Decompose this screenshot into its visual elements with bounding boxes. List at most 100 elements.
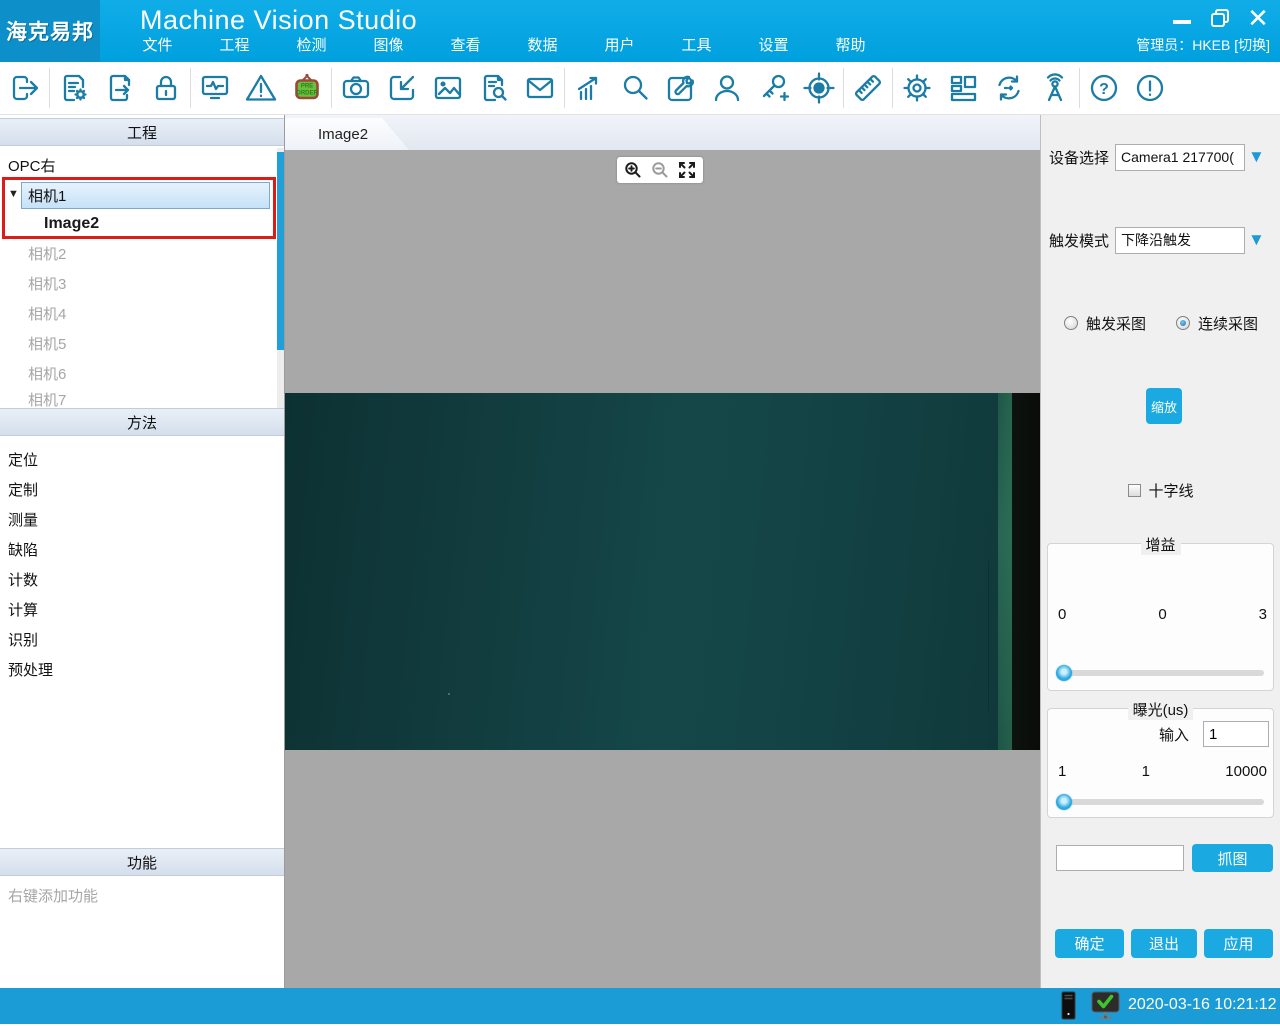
method-item-locate[interactable]: 定位 <box>0 447 276 471</box>
switch-user-link[interactable]: [切换] <box>1234 37 1270 53</box>
menu-settings[interactable]: 设置 <box>735 30 812 61</box>
tree-item-opc-root[interactable]: OPC右 <box>0 153 276 177</box>
toolbar-separator <box>564 68 565 108</box>
menu-tools[interactable]: 工具 <box>658 30 735 61</box>
method-item-count[interactable]: 计数 <box>0 567 276 591</box>
device-select-dropdown[interactable]: Camera1 217700( <box>1115 144 1245 171</box>
tree-scrollbar-thumb[interactable] <box>277 152 284 350</box>
project-config-icon[interactable] <box>51 65 97 111</box>
project-export-icon[interactable] <box>97 65 143 111</box>
exposure-slider-thumb[interactable] <box>1056 794 1072 810</box>
tree-item-camera1[interactable]: 相机1 <box>21 182 270 209</box>
grab-button[interactable]: 抓图 <box>1192 844 1273 872</box>
menu-image[interactable]: 图像 <box>350 30 427 61</box>
minimize-button[interactable] <box>1168 5 1196 31</box>
trigger-mode-label: 触发模式 <box>1041 230 1109 251</box>
help-icon[interactable]: ? <box>1081 65 1127 111</box>
report-search-icon[interactable] <box>471 65 517 111</box>
menu-view[interactable]: 查看 <box>427 30 504 61</box>
pre-order-icon[interactable]: PRE ORDER <box>284 65 330 111</box>
method-item-custom[interactable]: 定制 <box>0 477 276 501</box>
ruler-icon[interactable] <box>845 65 891 111</box>
close-button[interactable]: ✕ <box>1244 5 1272 31</box>
tree-scrollbar[interactable] <box>277 148 284 410</box>
gain-min: 0 <box>1058 606 1066 623</box>
apply-button[interactable]: 应用 <box>1204 929 1273 958</box>
tower-pc-tray-icon[interactable] <box>1057 991 1079 1026</box>
method-item-measure[interactable]: 测量 <box>0 507 276 531</box>
lock-icon[interactable] <box>143 65 189 111</box>
fit-screen-icon[interactable] <box>677 160 697 180</box>
image-import-icon[interactable] <box>379 65 425 111</box>
network-ok-tray-icon[interactable] <box>1090 991 1122 1026</box>
mail-icon[interactable] <box>517 65 563 111</box>
tree-item-camera5[interactable]: 相机5 <box>0 331 276 355</box>
tree-item-camera3[interactable]: 相机3 <box>0 271 276 295</box>
toolbox-icon[interactable] <box>658 65 704 111</box>
monitor-icon[interactable] <box>192 65 238 111</box>
window-controls: ✕ <box>1168 5 1272 31</box>
tree-item-camera6[interactable]: 相机6 <box>0 361 276 385</box>
tree-item-camera2[interactable]: 相机2 <box>0 241 276 265</box>
tab-image2[interactable]: Image2 <box>285 118 409 150</box>
tree-item-camera7[interactable]: 相机7 <box>0 391 276 408</box>
gain-slider[interactable] <box>1057 665 1264 680</box>
exposure-slider[interactable] <box>1057 794 1264 809</box>
ok-button[interactable]: 确定 <box>1055 929 1124 958</box>
camera-image[interactable] <box>285 393 1040 750</box>
trigger-mode-value: 下降沿触发 <box>1121 230 1191 250</box>
admin-label: 管理员：HKEB <box>1136 37 1230 53</box>
trigger-capture-label: 触发采图 <box>1086 313 1146 334</box>
menu-inspect[interactable]: 检测 <box>273 30 350 61</box>
settings-icon[interactable] <box>894 65 940 111</box>
grab-filename-input[interactable] <box>1056 845 1184 871</box>
viewer-canvas[interactable] <box>285 150 1040 988</box>
zoom-in-icon[interactable] <box>623 160 643 180</box>
image-icon[interactable] <box>425 65 471 111</box>
restore-button[interactable] <box>1206 5 1234 31</box>
gain-slider-thumb[interactable] <box>1056 665 1072 681</box>
layout-icon[interactable] <box>940 65 986 111</box>
method-item-defect[interactable]: 缺陷 <box>0 537 276 561</box>
exposure-input-label: 输入 <box>1159 724 1189 745</box>
trigger-mode-dropdown[interactable]: 下降沿触发 <box>1115 227 1245 254</box>
exit-button[interactable]: 退出 <box>1131 929 1197 958</box>
restore-icon <box>1210 8 1230 28</box>
key-add-icon[interactable] <box>750 65 796 111</box>
gain-value: 0 <box>1158 606 1166 623</box>
statistics-icon[interactable] <box>566 65 612 111</box>
user-icon[interactable] <box>704 65 750 111</box>
menu-project[interactable]: 工程 <box>196 30 273 61</box>
menu-user[interactable]: 用户 <box>581 30 658 61</box>
search-icon[interactable] <box>612 65 658 111</box>
exposure-input[interactable] <box>1203 721 1269 747</box>
tree-item-image2[interactable]: Image2 <box>44 211 99 237</box>
device-select-label: 设备选择 <box>1041 147 1109 168</box>
menu-help[interactable]: 帮助 <box>812 30 889 61</box>
toolbar: PRE ORDER <box>0 62 1280 115</box>
camera-icon[interactable] <box>333 65 379 111</box>
zoom-out-icon[interactable] <box>650 160 670 180</box>
method-item-identify[interactable]: 识别 <box>0 627 276 651</box>
expander-icon[interactable]: ▼ <box>8 188 19 200</box>
menu-data[interactable]: 数据 <box>504 30 581 61</box>
svg-text:PRE: PRE <box>301 84 313 90</box>
logout-icon[interactable] <box>2 65 48 111</box>
device-dropdown-arrow-icon[interactable]: ▼ <box>1248 147 1265 167</box>
crosshair-checkbox[interactable] <box>1128 484 1141 497</box>
broadcast-icon[interactable] <box>1032 65 1078 111</box>
continuous-capture-label: 连续采图 <box>1198 313 1258 334</box>
continuous-capture-radio[interactable] <box>1176 316 1190 330</box>
method-item-calc[interactable]: 计算 <box>0 597 276 621</box>
zoom-button[interactable]: 缩放 <box>1146 388 1182 424</box>
sync-icon[interactable] <box>986 65 1032 111</box>
tree-item-camera4[interactable]: 相机4 <box>0 301 276 325</box>
about-icon[interactable] <box>1127 65 1173 111</box>
target-icon[interactable] <box>796 65 842 111</box>
trigger-dropdown-arrow-icon[interactable]: ▼ <box>1248 230 1265 250</box>
status-timestamp: 2020-03-16 10:21:12 <box>1128 996 1277 1014</box>
trigger-capture-radio[interactable] <box>1064 316 1078 330</box>
method-item-preprocess[interactable]: 预处理 <box>0 657 276 681</box>
warning-icon[interactable] <box>238 65 284 111</box>
menu-file[interactable]: 文件 <box>119 30 196 61</box>
